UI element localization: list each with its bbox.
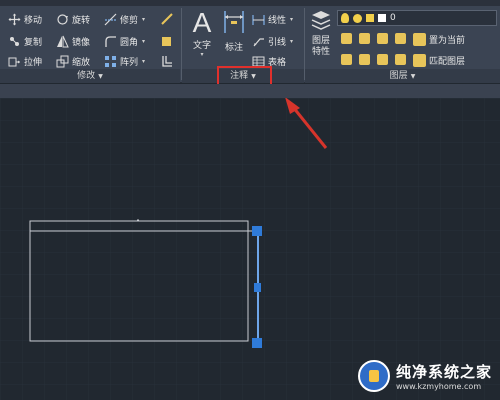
layer-unisolate-icon[interactable] bbox=[359, 54, 370, 65]
copy-label: 复制 bbox=[24, 37, 43, 48]
erase-icon[interactable] bbox=[160, 12, 174, 26]
stretch-button[interactable]: 拉伸 bbox=[8, 53, 42, 69]
layer-freeze-icon[interactable] bbox=[377, 33, 388, 44]
text-dropdown-icon[interactable]: ▾ bbox=[188, 51, 216, 58]
layers-panel-expand-icon: ▼ bbox=[410, 73, 416, 80]
watermark-url: www.kzmyhome.com bbox=[396, 382, 482, 391]
modify-panel-title[interactable]: 修改 ▼ bbox=[0, 69, 180, 83]
array-icon bbox=[104, 55, 117, 68]
dimension-label: 标注 bbox=[224, 43, 243, 53]
move-label: 移动 bbox=[24, 15, 43, 26]
text-label: 文字 bbox=[192, 41, 211, 51]
layer-off-icon[interactable] bbox=[341, 33, 352, 44]
trim-label: 修剪 bbox=[120, 15, 139, 26]
watermark-title: 纯净系统之家 bbox=[396, 363, 493, 381]
color-swatch-icon bbox=[378, 14, 386, 22]
rotate-label: 旋转 bbox=[72, 15, 91, 26]
match-layer-label: 匹配图层 bbox=[429, 56, 466, 67]
dimension-icon bbox=[220, 9, 248, 40]
text-a-icon: A bbox=[192, 7, 212, 38]
dimension-button[interactable]: 标注 bbox=[220, 9, 248, 53]
drawing-tab-strip bbox=[0, 84, 500, 98]
canvas-grid bbox=[0, 98, 500, 400]
layer-stack-icon bbox=[308, 9, 334, 36]
linear-dimension-icon bbox=[252, 13, 265, 26]
array-label: 阵列 bbox=[120, 57, 139, 68]
leader-label: 引线 bbox=[268, 37, 287, 48]
move-button[interactable]: 移动 bbox=[8, 11, 42, 27]
move-icon bbox=[8, 13, 21, 26]
fillet-dropdown-icon[interactable]: ▾ bbox=[142, 38, 145, 45]
layer-on-icon[interactable] bbox=[341, 54, 352, 65]
leader-icon bbox=[252, 35, 265, 48]
stretch-icon bbox=[8, 55, 21, 68]
watermark-logo-icon bbox=[358, 360, 390, 392]
array-dropdown-icon[interactable]: ▾ bbox=[142, 58, 145, 65]
fillet-icon bbox=[104, 35, 117, 48]
modify-panel: 移动 旋转 修剪 ▾ 复制 镜像 圆角 ▾ 拉伸 缩放 阵列 ▾ 修改 ▼ bbox=[0, 6, 180, 83]
trim-icon bbox=[104, 13, 117, 26]
annotation-highlight-box bbox=[217, 66, 272, 86]
mirror-icon bbox=[56, 35, 69, 48]
trim-dropdown-icon[interactable]: ▾ bbox=[142, 16, 145, 23]
match-layer-button[interactable]: 匹配图层 bbox=[413, 52, 465, 68]
bulb-icon bbox=[341, 13, 349, 23]
match-layer-icon bbox=[413, 53, 426, 67]
grip-bottom[interactable] bbox=[252, 338, 262, 348]
leader-dropdown-icon[interactable]: ▾ bbox=[290, 38, 293, 45]
linear-label: 线性 bbox=[268, 15, 287, 26]
scale-button[interactable]: 缩放 bbox=[56, 53, 90, 69]
layer-dropdown[interactable]: 0 bbox=[337, 10, 497, 26]
stretch-label: 拉伸 bbox=[24, 57, 43, 68]
linear-dimension-button[interactable]: 线性 ▾ bbox=[252, 11, 293, 27]
layers-panel: 图层 特性 0 置为当前 匹配图层 图层 ▼ bbox=[305, 6, 500, 83]
set-current-icon bbox=[413, 32, 426, 46]
drawing-canvas[interactable] bbox=[0, 97, 500, 400]
rotate-button[interactable]: 旋转 bbox=[56, 11, 90, 27]
sun-icon bbox=[353, 13, 362, 23]
array-button[interactable]: 阵列 ▾ bbox=[104, 53, 145, 69]
layer-lock-icon[interactable] bbox=[395, 33, 406, 44]
copy-icon bbox=[8, 35, 21, 48]
layer-name-value: 0 bbox=[390, 13, 396, 23]
fillet-label: 圆角 bbox=[120, 37, 139, 48]
scale-label: 缩放 bbox=[72, 57, 91, 68]
rotate-icon bbox=[56, 13, 69, 26]
mirror-button[interactable]: 镜像 bbox=[56, 33, 90, 49]
canvas-drawing bbox=[0, 97, 500, 400]
leader-button[interactable]: 引线 ▾ bbox=[252, 33, 293, 49]
layer-thaw-icon[interactable] bbox=[377, 54, 388, 65]
layer-unlock-icon[interactable] bbox=[395, 54, 406, 65]
layer-properties-button[interactable]: 图层 特性 bbox=[308, 9, 334, 58]
layer-isolate-icon[interactable] bbox=[359, 33, 370, 44]
layers-panel-title[interactable]: 图层 ▼ bbox=[305, 69, 500, 83]
set-current-label: 置为当前 bbox=[429, 35, 466, 46]
text-button[interactable]: A 文字 ▾ bbox=[188, 7, 216, 59]
scale-icon bbox=[56, 55, 69, 68]
grip-middle[interactable] bbox=[254, 283, 261, 292]
copy-button[interactable]: 复制 bbox=[8, 33, 42, 49]
layer-properties-label: 图层 特性 bbox=[311, 36, 330, 57]
offset-icon[interactable] bbox=[160, 54, 174, 68]
watermark: 纯净系统之家 www.kzmyhome.com bbox=[358, 356, 498, 396]
lock-icon bbox=[366, 14, 374, 22]
set-current-button[interactable]: 置为当前 bbox=[413, 31, 465, 47]
watermark-text: 纯净系统之家 www.kzmyhome.com bbox=[396, 361, 492, 391]
mirror-label: 镜像 bbox=[72, 37, 91, 48]
trim-button[interactable]: 修剪 ▾ bbox=[104, 11, 145, 27]
fillet-button[interactable]: 圆角 ▾ bbox=[104, 33, 145, 49]
modify-panel-expand-icon: ▼ bbox=[98, 73, 103, 80]
grip-top[interactable] bbox=[252, 226, 262, 236]
explode-icon[interactable] bbox=[160, 34, 174, 48]
linear-dropdown-icon[interactable]: ▾ bbox=[290, 16, 293, 23]
